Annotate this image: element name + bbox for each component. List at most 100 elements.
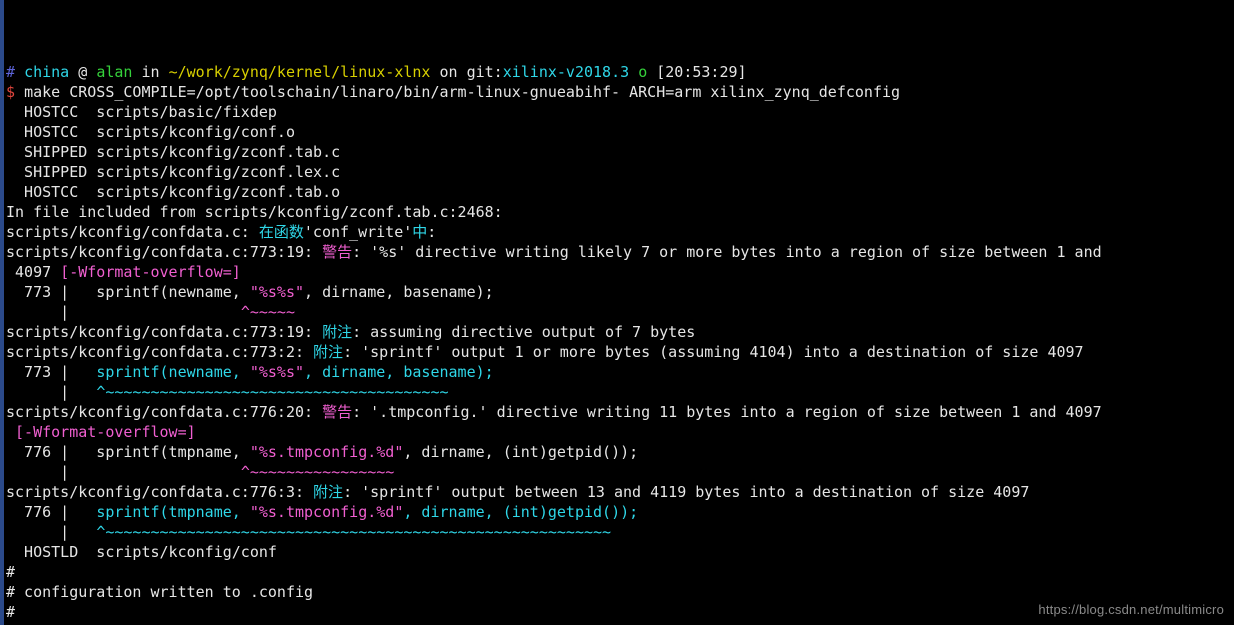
terminal-text: | <box>6 383 97 401</box>
terminal-text: "%s%s" <box>249 363 305 381</box>
terminal-text: scripts/kconfig/confdata.c:773:19: <box>6 323 323 341</box>
terminal-text: [-Wformat-overflow=] <box>15 423 196 441</box>
terminal-text: ^~~~~~~~~~~~~~~~~ <box>240 463 395 481</box>
terminal-text: "%s%s" <box>249 283 305 301</box>
terminal-text: | <box>6 303 241 321</box>
terminal-text: SHIPPED scripts/kconfig/zconf.lex.c <box>6 163 341 181</box>
terminal-line: | ^~~~~~~~~~~~~~~~~ <box>6 462 1102 482</box>
terminal-text: # <box>6 603 16 621</box>
terminal-text: 773 | sprintf(newname, <box>6 283 250 301</box>
terminal-text: o <box>638 63 657 81</box>
terminal-text: xilinx-v2018.3 <box>502 63 639 81</box>
terminal-text: scripts/kconfig/confdata.c: <box>6 223 259 241</box>
terminal-line: HOSTLD scripts/kconfig/conf <box>6 542 1102 562</box>
terminal-text: [-Wformat-overflow=] <box>60 263 241 281</box>
terminal-text: 776 | <box>6 503 97 521</box>
terminal-text: 附注 <box>313 483 344 501</box>
terminal-text: | <box>6 523 97 541</box>
terminal-line: HOSTCC scripts/kconfig/conf.o <box>6 122 1102 142</box>
terminal-line: scripts/kconfig/confdata.c:776:3: 附注: 's… <box>6 482 1102 502</box>
terminal-text: , dirname, (int)getpid()); <box>403 443 639 461</box>
terminal-line: 4097 [-Wformat-overflow=] <box>6 262 1102 282</box>
terminal-text: , dirname, basename); <box>304 283 494 301</box>
terminal-text: scripts/kconfig/confdata.c:776:3: <box>6 483 314 501</box>
terminal-text: ^~~~~~ <box>240 303 295 321</box>
terminal-line: | ^~~~~~ <box>6 302 1102 322</box>
watermark-url: https://blog.csdn.net/multimicro <box>1038 602 1224 617</box>
terminal-text: # <box>6 63 25 81</box>
terminal-text: : 'sprintf' output between 13 and 4119 b… <box>343 483 1030 501</box>
terminal-text: git: <box>466 63 503 81</box>
terminal-text: In file included from scripts/kconfig/zc… <box>6 203 503 221</box>
terminal-text: scripts/kconfig/confdata.c:773:2: <box>6 343 314 361</box>
terminal-text: 773 | <box>6 363 97 381</box>
terminal-text: : assuming directive output of 7 bytes <box>352 323 696 341</box>
terminal-text: [20:53:29] <box>656 63 747 81</box>
terminal-text: @ <box>78 63 97 81</box>
terminal-line: SHIPPED scripts/kconfig/zconf.lex.c <box>6 162 1102 182</box>
terminal-text: HOSTCC scripts/kconfig/conf.o <box>6 123 295 141</box>
terminal-line: [-Wformat-overflow=] <box>6 422 1102 442</box>
terminal-line: 773 | sprintf(newname, "%s%s", dirname, … <box>6 362 1102 382</box>
terminal-text: # <box>6 563 16 581</box>
terminal-text: $ <box>6 83 25 101</box>
terminal-line: HOSTCC scripts/basic/fixdep <box>6 102 1102 122</box>
terminal-line: # <box>6 602 1102 622</box>
terminal-text: SHIPPED scripts/kconfig/zconf.tab.c <box>6 143 341 161</box>
terminal-line: # china @ alan in ~/work/zynq/kernel/lin… <box>6 62 1102 82</box>
terminal-line: scripts/kconfig/confdata.c: 在函数'conf_wri… <box>6 222 1102 242</box>
terminal-text: : '.tmpconfig.' directive writing 11 byt… <box>352 403 1102 421</box>
terminal-text: 'conf_write' <box>303 223 413 241</box>
terminal-text: # configuration written to .config <box>6 583 314 601</box>
terminal-line: scripts/kconfig/confdata.c:773:2: 附注: 's… <box>6 342 1102 362</box>
terminal-line: # <box>6 562 1102 582</box>
terminal-text: HOSTCC scripts/basic/fixdep <box>6 103 277 121</box>
terminal-text: ~/work/zynq/kernel/linux-xlnx <box>168 63 440 81</box>
terminal-text: in <box>141 63 169 81</box>
terminal-text: alan <box>96 63 142 81</box>
terminal-text: scripts/kconfig/confdata.c:776:20: <box>6 403 323 421</box>
terminal-window[interactable]: # china @ alan in ~/work/zynq/kernel/lin… <box>0 0 1234 625</box>
terminal-text: 附注 <box>313 343 344 361</box>
terminal-line: 776 | sprintf(tmpname, "%s.tmpconfig.%d"… <box>6 442 1102 462</box>
terminal-text: "%s.tmpconfig.%d" <box>249 443 404 461</box>
terminal-line: | ^~~~~~~~~~~~~~~~~~~~~~~~~~~~~~~~~~~~~~… <box>6 382 1102 402</box>
terminal-line: # configuration written to .config <box>6 582 1102 602</box>
terminal-text: 警告 <box>322 403 353 421</box>
terminal-text: ^~~~~~~~~~~~~~~~~~~~~~~~~~~~~~~~~~~~~~~ <box>96 383 449 401</box>
terminal-text: : 'sprintf' output 1 or more bytes (assu… <box>343 343 1084 361</box>
terminal-text: | <box>6 463 241 481</box>
terminal-text: 在函数 <box>258 223 304 241</box>
terminal-text: , dirname, basename); <box>304 363 494 381</box>
terminal-text: : '%s' directive writing likely 7 or mor… <box>352 243 1102 261</box>
terminal-line: SHIPPED scripts/kconfig/zconf.tab.c <box>6 142 1102 162</box>
terminal-line: scripts/kconfig/confdata.c:776:20: 警告: '… <box>6 402 1102 422</box>
terminal-text: 中 <box>412 223 428 241</box>
terminal-text: 附注 <box>322 323 353 341</box>
terminal-text: "%s.tmpconfig.%d" <box>249 503 404 521</box>
terminal-text: 4097 <box>6 263 61 281</box>
terminal-text: : <box>427 223 437 241</box>
terminal-line: HOSTCC scripts/kconfig/zconf.tab.o <box>6 182 1102 202</box>
terminal-text: HOSTCC scripts/kconfig/zconf.tab.o <box>6 183 341 201</box>
terminal-text: scripts/kconfig/confdata.c:773:19: <box>6 243 323 261</box>
terminal-line: $ make CROSS_COMPILE=/opt/toolschain/lin… <box>6 82 1102 102</box>
terminal-text: on <box>439 63 467 81</box>
terminal-text: sprintf(newname, <box>96 363 250 381</box>
terminal-line: | ^~~~~~~~~~~~~~~~~~~~~~~~~~~~~~~~~~~~~~… <box>6 522 1102 542</box>
terminal-text: , dirname, (int)getpid()); <box>403 503 639 521</box>
terminal-line: In file included from scripts/kconfig/zc… <box>6 202 1102 222</box>
terminal-text: sprintf(tmpname, <box>96 503 250 521</box>
terminal-line: 776 | sprintf(tmpname, "%s.tmpconfig.%d"… <box>6 502 1102 522</box>
terminal-text: 警告 <box>322 243 353 261</box>
terminal-line: 773 | sprintf(newname, "%s%s", dirname, … <box>6 282 1102 302</box>
terminal-text: china <box>24 63 79 81</box>
terminal-text: ^~~~~~~~~~~~~~~~~~~~~~~~~~~~~~~~~~~~~~~~… <box>96 523 612 541</box>
terminal-text: make CROSS_COMPILE=/opt/toolschain/linar… <box>24 83 901 101</box>
terminal-line: scripts/kconfig/confdata.c:773:19: 附注: a… <box>6 322 1102 342</box>
terminal-line: scripts/kconfig/confdata.c:773:19: 警告: '… <box>6 242 1102 262</box>
terminal-text: HOSTLD scripts/kconfig/conf <box>6 543 277 561</box>
terminal-output-area[interactable]: # china @ alan in ~/work/zynq/kernel/lin… <box>4 0 1102 625</box>
terminal-text: 776 | sprintf(tmpname, <box>6 443 250 461</box>
